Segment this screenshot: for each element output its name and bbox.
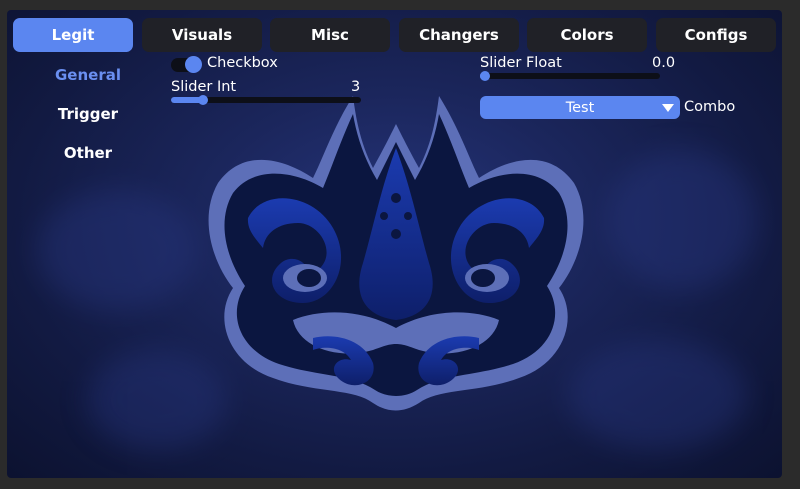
slider-int-value: 3 <box>351 79 361 95</box>
checkbox-label: Checkbox <box>207 55 278 71</box>
menu-window: Legit Visuals Misc Changers Colors Confi… <box>7 10 782 478</box>
tab-label: Legit <box>51 26 95 44</box>
background-pattern <box>607 150 757 290</box>
slider-float-knob[interactable] <box>480 71 490 81</box>
tab-visuals[interactable]: Visuals <box>142 18 262 52</box>
tab-label: Colors <box>560 26 614 44</box>
subnav-item-other[interactable]: Other <box>13 144 163 162</box>
tab-legit[interactable]: Legit <box>13 18 133 52</box>
slider-int-knob[interactable] <box>198 95 208 105</box>
tab-configs[interactable]: Configs <box>656 18 776 52</box>
tab-colors[interactable]: Colors <box>527 18 647 52</box>
slider-float[interactable] <box>480 71 660 81</box>
combo-label: Combo <box>684 99 736 115</box>
checkbox-toggle[interactable] <box>171 56 202 73</box>
slider-float-label: Slider Float <box>480 55 562 71</box>
toggle-knob <box>185 56 202 73</box>
background-pattern <box>37 190 197 310</box>
dropdown-arrow-icon <box>662 104 674 112</box>
slider-int[interactable] <box>171 95 361 105</box>
background-pattern <box>567 340 747 450</box>
slider-int-label: Slider Int <box>171 79 237 95</box>
kraken-logo-icon <box>208 96 584 411</box>
tab-label: Configs <box>684 26 748 44</box>
combo-value: Test <box>565 99 595 116</box>
tab-label: Misc <box>311 26 349 44</box>
slider-float-value: 0.0 <box>652 55 676 71</box>
combo-dropdown[interactable]: Test <box>480 96 680 119</box>
tab-label: Changers <box>419 26 499 44</box>
tab-misc[interactable]: Misc <box>270 18 390 52</box>
subnav-item-general[interactable]: General <box>13 66 163 84</box>
tab-label: Visuals <box>171 26 233 44</box>
subnav-item-trigger[interactable]: Trigger <box>13 105 163 123</box>
tab-changers[interactable]: Changers <box>399 18 519 52</box>
